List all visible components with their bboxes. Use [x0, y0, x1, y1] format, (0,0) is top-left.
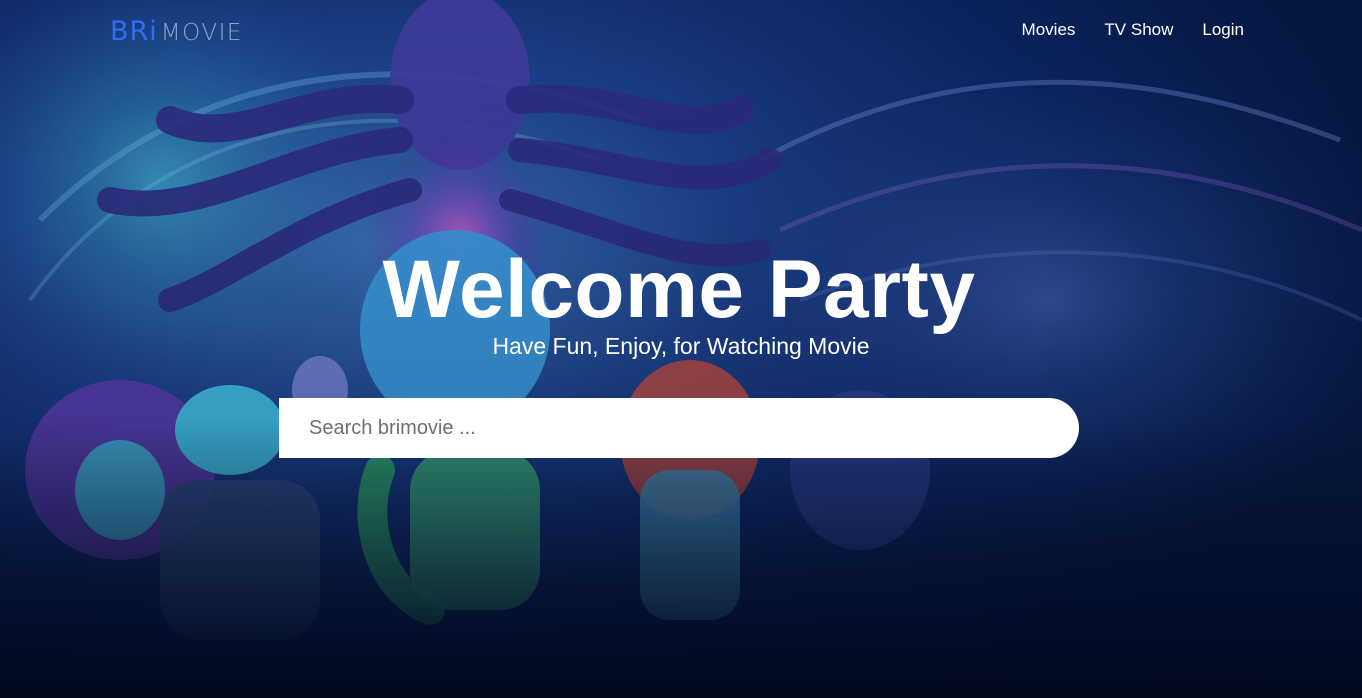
nav-link-tv-show[interactable]: TV Show [1104, 20, 1173, 40]
nav-link-movies[interactable]: Movies [1022, 20, 1076, 40]
search-input[interactable] [279, 398, 1079, 458]
logo-primary-text: BRi [110, 16, 158, 47]
page: BRi MOVIE Movies TV Show Login Welcome P… [0, 0, 1362, 698]
search-bar [279, 398, 1079, 458]
hero-subtitle: Have Fun, Enjoy, for Watching Movie [492, 333, 870, 359]
nav-link-login[interactable]: Login [1202, 20, 1244, 40]
navbar: BRi MOVIE Movies TV Show Login [0, 0, 1362, 62]
nav-menu: Movies TV Show Login [993, 20, 1244, 40]
logo-secondary-text: MOVIE [160, 20, 243, 46]
hero-title-text: Welcome Party [382, 244, 976, 335]
hero-title: Welcome Party [0, 244, 1362, 336]
brand-logo[interactable]: BRi MOVIE [110, 16, 243, 50]
